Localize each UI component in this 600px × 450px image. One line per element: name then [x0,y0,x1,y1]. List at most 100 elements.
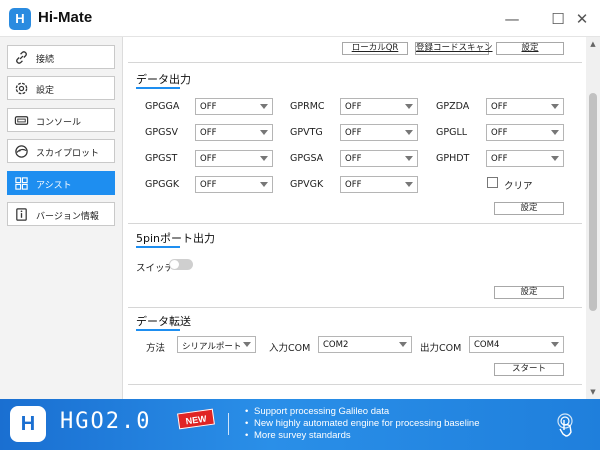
gear-icon [15,82,28,95]
sidebar-item-label: 接続 [36,55,55,65]
console-icon [14,116,29,125]
sidebar-item-label: 設定 [36,86,55,96]
banner-bullet: More survey standards [245,430,351,441]
banner-divider [228,413,229,435]
method-label: 方法 [146,343,166,354]
minimize-button[interactable]: — [502,9,522,29]
input-com-value: COM2 [323,340,349,350]
sidebar-item-skyplot[interactable]: スカイプロット [7,139,115,163]
chevron-down-icon [243,342,251,347]
data-output-title: データ出力 [136,73,191,86]
pin5-switch-toggle[interactable] [169,259,193,270]
clear-label: クリア [504,181,533,192]
banner-bullet: New highly automated engine for processi… [245,418,479,429]
pin5-output-title: 5pinポート出力 [136,232,216,245]
input-com-select[interactable]: COM2 [318,336,412,353]
method-value: シリアルポート [182,342,242,352]
sidebar-item-assist[interactable]: アシスト [7,171,115,195]
gpgsv-select[interactable]: OFF [195,124,273,141]
link-icon [16,51,27,64]
toggle-knob [170,260,179,269]
sidebar-item-label: バージョン情報 [36,212,99,222]
output-com-label: 出力COM [420,343,462,354]
gpzda-value: OFF [491,102,508,112]
gpvtg-value: OFF [345,128,362,138]
chevron-down-icon [405,104,413,109]
output-com-select[interactable]: COM4 [469,336,564,353]
maximize-button[interactable]: ☐ [548,9,568,29]
gpgll-select[interactable]: OFF [486,124,564,141]
gpggk-select[interactable]: OFF [195,176,273,193]
app-title: Hi-Mate [38,9,93,26]
sidebar-item-settings[interactable]: 設定 [7,76,115,100]
method-select[interactable]: シリアルポート [177,336,256,353]
section-underline [136,329,180,331]
close-button[interactable]: ✕ [572,9,592,29]
gpvgk-label: GPVGK [290,179,324,190]
gpgst-value: OFF [200,154,217,164]
gpggk-label: GPGGK [145,179,180,190]
sidebar-item-label: アシスト [36,181,72,191]
gprmc-select[interactable]: OFF [340,98,418,115]
sidebar-item-version[interactable]: バージョン情報 [7,202,115,226]
title-bar: H Hi-Mate — ☐ ✕ [0,0,600,37]
clear-checkbox[interactable] [487,177,498,188]
register-code-scan-button[interactable]: 登録コードスキャン [415,42,493,55]
chevron-down-icon [551,104,559,109]
section-underline [136,87,180,89]
touch-icon[interactable] [554,412,580,438]
gpvgk-select[interactable]: OFF [340,176,418,193]
gpgst-select[interactable]: OFF [195,150,273,167]
local-qr-button[interactable]: ローカルQR [342,42,408,55]
chevron-down-icon [260,156,268,161]
divider [128,223,582,224]
skyplot-icon [15,145,28,158]
chevron-down-icon [260,130,268,135]
gpgsa-select[interactable]: OFF [340,150,418,167]
chevron-down-icon [405,130,413,135]
vertical-scrollbar[interactable]: ▲ ▼ [586,37,600,399]
banner-bullet: Support processing Galileo data [245,406,389,417]
gpgga-select[interactable]: OFF [195,98,273,115]
gphdt-value: OFF [491,154,508,164]
gpgll-value: OFF [491,128,508,138]
sidebar-item-console[interactable]: コンソール [7,108,115,132]
output-com-value: COM4 [474,340,500,350]
gprmc-label: GPRMC [290,101,325,112]
section-underline [136,246,180,248]
divider [128,62,582,63]
chevron-down-icon [260,182,268,187]
chevron-down-icon [551,156,559,161]
chevron-down-icon [551,130,559,135]
start-button[interactable]: スタート [494,363,564,376]
chevron-down-icon [260,104,268,109]
gpgsv-value: OFF [200,128,217,138]
divider [128,384,582,385]
gphdt-select[interactable]: OFF [486,150,564,167]
scroll-down-icon[interactable]: ▼ [589,388,597,396]
gpzda-select[interactable]: OFF [486,98,564,115]
gpvtg-select[interactable]: OFF [340,124,418,141]
sidebar-item-connect[interactable]: 接続 [7,45,115,69]
sidebar: 接続 設定 コンソール スカイプロット アシスト バージョン情報 [0,37,123,399]
app-logo: H [9,8,31,30]
top-settings-button[interactable]: 設定 [496,42,564,55]
banner-product-name: HGO2.0 [60,409,152,434]
grid-icon [15,177,28,190]
pin5-settings-button[interactable]: 設定 [494,286,564,299]
scroll-up-icon[interactable]: ▲ [589,40,597,48]
gphdt-label: GPHDT [436,153,470,164]
data-transfer-title: データ転送 [136,315,191,328]
assist-panel: ローカルQR 登録コードスキャン 設定 データ出力 GPGGA OFF GPRM… [124,37,586,399]
data-output-settings-button[interactable]: 設定 [494,202,564,215]
gpgsv-label: GPGSV [145,127,178,138]
gpvtg-label: GPVTG [290,127,323,138]
input-com-label: 入力COM [269,343,311,354]
gpgll-label: GPGLL [436,127,468,138]
scroll-thumb[interactable] [589,93,597,311]
sidebar-item-label: スカイプロット [36,149,100,159]
promo-banner[interactable]: H HGO2.0 NEW Support processing Galileo … [0,399,600,450]
gprmc-value: OFF [345,102,362,112]
new-badge: NEW [177,408,215,430]
chevron-down-icon [551,342,559,347]
